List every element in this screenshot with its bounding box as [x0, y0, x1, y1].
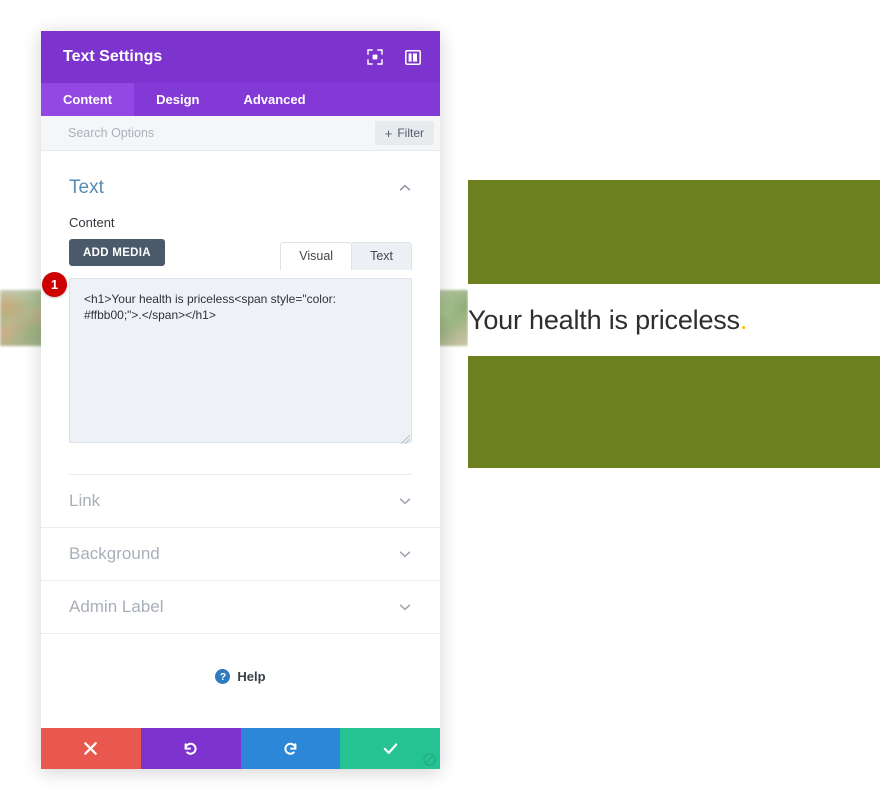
preview-headline: Your health is priceless.: [468, 305, 747, 336]
preview-color-block-bottom: [468, 356, 880, 468]
redo-button[interactable]: [240, 728, 341, 769]
screen-root: Your health is priceless. Text Settings: [0, 0, 880, 806]
chevron-down-icon: [398, 494, 412, 508]
redo-icon: [282, 740, 299, 757]
modal-body: Text Content ADD MEDIA Visual Text 1 <h1…: [41, 151, 440, 728]
cancel-button[interactable]: [41, 728, 141, 769]
modal-title: Text Settings: [63, 48, 163, 65]
question-mark-icon: ?: [215, 669, 231, 684]
section-link-title: Link: [69, 491, 101, 510]
content-code-textarea[interactable]: <h1>Your health is priceless<span style=…: [69, 278, 412, 443]
section-background[interactable]: Background: [41, 528, 440, 581]
search-row: + Filter: [41, 116, 440, 151]
preview-background-image-mid: [436, 290, 468, 346]
tab-design[interactable]: Design: [134, 83, 221, 116]
step-badge-1: 1: [42, 272, 67, 297]
check-icon: [382, 740, 399, 757]
modal-footer: [41, 728, 440, 769]
search-input[interactable]: [68, 126, 375, 140]
focus-icon[interactable]: [364, 46, 386, 68]
section-text-header[interactable]: Text: [69, 151, 412, 215]
section-text: Text Content ADD MEDIA Visual Text 1 <h1…: [41, 151, 440, 475]
save-button[interactable]: [340, 728, 440, 769]
plus-icon: +: [384, 125, 393, 141]
preview-headline-text: Your health is priceless: [468, 304, 740, 335]
editor-tab-visual[interactable]: Visual: [280, 242, 353, 270]
text-settings-modal: Text Settings Content Design Advanced Se…: [41, 31, 440, 769]
tab-advanced[interactable]: Advanced: [221, 83, 327, 116]
undo-icon: [182, 740, 199, 757]
modal-header-icons: [364, 46, 424, 68]
help-button[interactable]: ? Help: [41, 634, 440, 684]
section-admin-label-title: Admin Label: [69, 597, 164, 616]
preview-color-block-top: [468, 180, 880, 284]
section-text-title: Text: [69, 177, 104, 198]
modal-tab-bar: Content Design Advanced: [41, 83, 440, 116]
undo-button[interactable]: [140, 728, 241, 769]
chevron-up-icon: [398, 181, 412, 195]
chevron-down-icon: [398, 600, 412, 614]
add-media-button[interactable]: ADD MEDIA: [69, 239, 165, 266]
section-admin-label[interactable]: Admin Label: [41, 581, 440, 634]
section-link[interactable]: Link: [41, 475, 440, 528]
resize-grip-icon: [422, 752, 437, 767]
help-label: Help: [237, 669, 266, 684]
editor-tab-text[interactable]: Text: [351, 242, 412, 270]
code-editor-wrap: 1 <h1>Your health is priceless<span styl…: [42, 272, 412, 448]
add-media-row: ADD MEDIA Visual Text: [69, 239, 412, 270]
close-icon: [83, 741, 98, 756]
preview-headline-accent: .: [739, 304, 748, 335]
filter-button-label: Filter: [397, 126, 424, 140]
chevron-down-icon: [398, 547, 412, 561]
content-field-label: Content: [69, 215, 115, 230]
tab-content[interactable]: Content: [41, 83, 135, 116]
editor-mode-tabs: Visual Text: [280, 242, 412, 270]
modal-header: Text Settings: [41, 31, 440, 83]
preview-background-image-left: [0, 290, 46, 346]
section-background-title: Background: [69, 544, 160, 563]
layout-panel-icon[interactable]: [402, 46, 424, 68]
preview-headline-band: Your health is priceless.: [468, 284, 880, 356]
filter-button[interactable]: + Filter: [374, 121, 434, 145]
